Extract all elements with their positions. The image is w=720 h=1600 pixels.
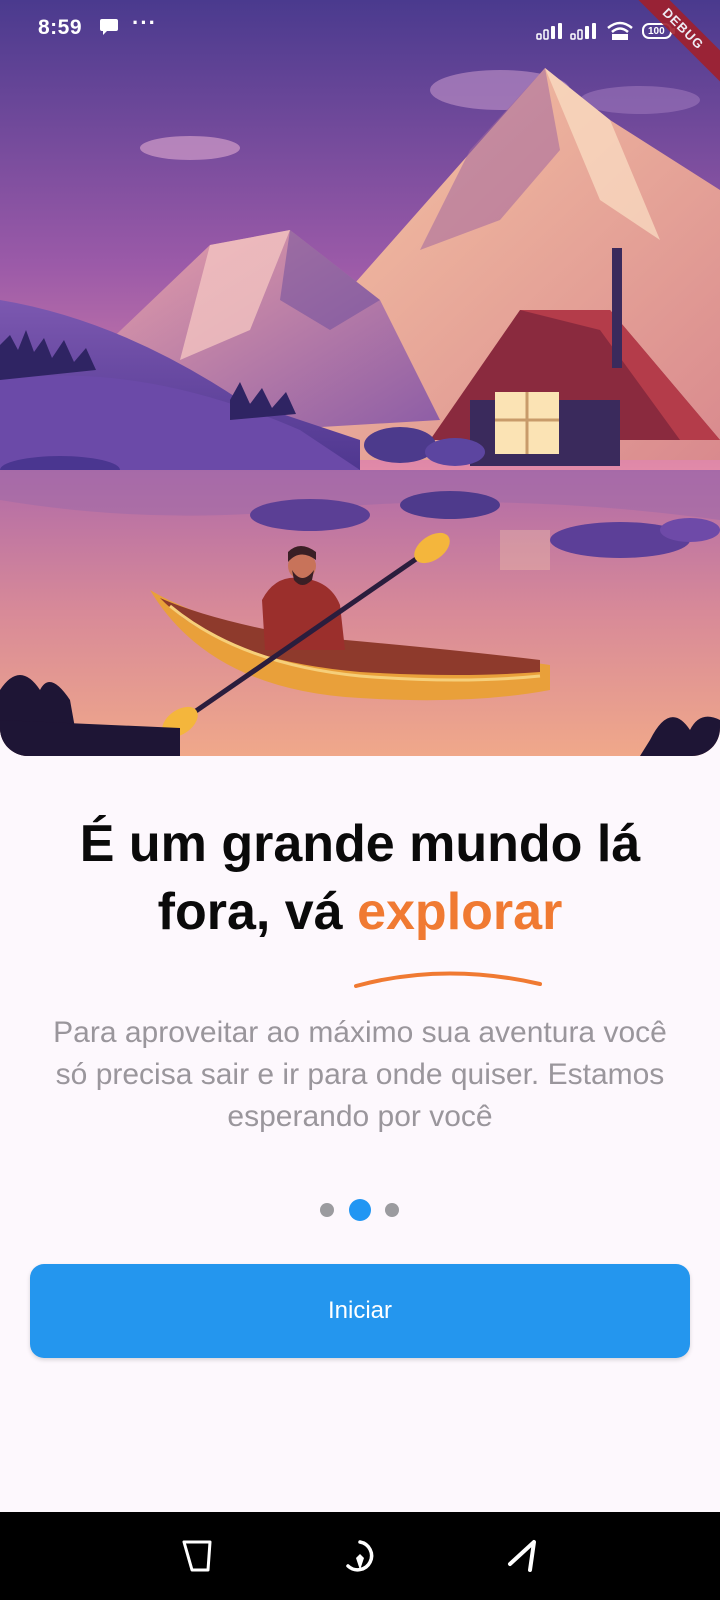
signal-icon bbox=[570, 23, 596, 40]
hero-illustration bbox=[0, 0, 720, 756]
back-icon[interactable] bbox=[180, 1538, 216, 1574]
status-bar: 8:59 ··· 100 bbox=[0, 0, 720, 56]
navigation-bar bbox=[0, 1512, 720, 1600]
status-more-indicator: ··· bbox=[132, 10, 157, 35]
status-time: 8:59 bbox=[38, 16, 83, 39]
signal-icon bbox=[536, 23, 562, 40]
page-dot-2-active[interactable] bbox=[349, 1199, 371, 1221]
page-indicator bbox=[0, 1198, 720, 1222]
wifi-icon bbox=[607, 21, 633, 40]
underline-swoosh bbox=[354, 971, 542, 988]
start-button[interactable]: Iniciar bbox=[30, 1264, 690, 1358]
recents-icon[interactable] bbox=[504, 1538, 540, 1574]
title-accent-word: explorar bbox=[357, 883, 563, 941]
start-button-label: Iniciar bbox=[327, 1297, 393, 1324]
battery-level: 100 bbox=[648, 26, 665, 37]
onboarding-title: É um grande mundo lá fora, vá explorar bbox=[40, 810, 680, 946]
page-dot-1[interactable] bbox=[320, 1203, 334, 1217]
home-icon[interactable] bbox=[342, 1538, 378, 1574]
chat-icon bbox=[100, 19, 118, 35]
kayak-illustration bbox=[0, 0, 720, 756]
page-dot-3[interactable] bbox=[385, 1203, 399, 1217]
onboarding-subtitle: Para aproveitar ao máximo sua aventura v… bbox=[53, 1016, 667, 1133]
